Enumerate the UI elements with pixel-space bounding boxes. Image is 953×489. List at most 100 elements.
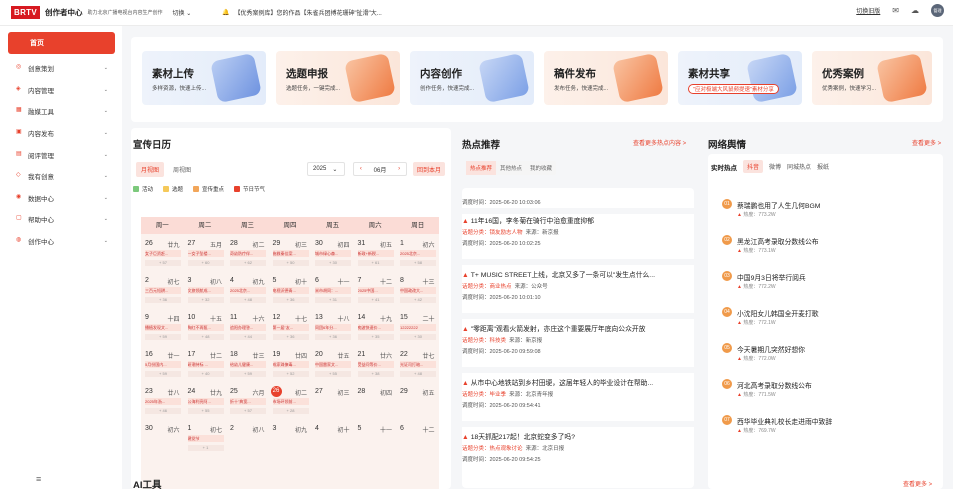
ai-tools-more-link[interactable]: 查看更多 > — [903, 479, 932, 488]
calendar-day-cell[interactable]: 27 五月 一女子坠楼... + 60 — [184, 237, 227, 274]
calendar-event[interactable]: 新政+新税... — [357, 250, 394, 257]
calendar-day-cell[interactable]: 29 初三 施救秦佳案... + 50 — [269, 237, 312, 274]
calendar-day-cell[interactable]: 16 廿一 5月份国内... + 59 — [141, 348, 184, 385]
calendar-day-cell[interactable]: 23 廿八 2025年浙... + 46 — [141, 385, 184, 422]
hot-item[interactable]: ▲ "零距离"观看火箭发射，亦庄这个重要展厅年底向公众开放 话题分类：科技类 来源：… — [462, 323, 694, 355]
event-count[interactable]: + 30 — [315, 260, 351, 266]
legend-topic[interactable]: 选题 — [163, 185, 183, 193]
calendar-event[interactable]: 米市胡同：... — [315, 287, 351, 294]
event-count[interactable]: + 36 — [315, 334, 351, 340]
card-topic-report[interactable]: 选题申报 选题任务，一键完成... — [276, 51, 400, 105]
calendar-day-cell[interactable]: 21 廿六 受益问等价... + 38 — [354, 348, 397, 385]
event-count[interactable]: + 48 — [400, 371, 436, 377]
calendar-day-cell[interactable]: 5 十一 — [354, 422, 397, 459]
calendar-event[interactable]: 痴波快速价... — [357, 324, 394, 331]
calendar-day-cell[interactable]: 3 初八 文旅领航成... + 32 — [184, 274, 227, 311]
event-count[interactable]: + 59 — [230, 371, 266, 377]
event-count[interactable]: + 36 — [272, 334, 309, 340]
next-month-icon[interactable]: › — [398, 166, 400, 172]
event-count[interactable]: + 59 — [145, 334, 181, 340]
calendar-event[interactable]: 胸红不再甄... — [187, 324, 224, 331]
sidebar-item-content-management[interactable]: ◈ 内容管理 ⌄ — [8, 81, 115, 98]
event-count[interactable]: + 46 — [145, 408, 181, 414]
calendar-day-cell[interactable]: 6 十一 米市胡同：... + 31 — [311, 274, 354, 311]
sidebar-item-review[interactable]: ▤ 阅评管理 ⌄ — [8, 146, 115, 163]
avatar[interactable]: 管理 — [931, 4, 944, 17]
tab-douyin[interactable]: 抖音 — [743, 160, 764, 173]
event-count[interactable]: + 55 — [315, 371, 351, 377]
calendar-event[interactable]: 成家珠僚毒... — [272, 361, 309, 368]
event-count[interactable]: + 36 — [145, 297, 181, 303]
event-count[interactable]: + 36 — [272, 297, 309, 303]
calendar-event[interactable]: 2025中国... — [357, 287, 394, 294]
calendar-event[interactable]: 2025北京... — [230, 287, 266, 294]
card-material-share[interactable]: 素材共享 "应对极端大风鼠频提速"素材分享 — [678, 51, 802, 105]
event-count[interactable]: + 1 — [187, 445, 224, 451]
calendar-event[interactable]: 追阳办理答... — [230, 324, 266, 331]
sidebar-item-publish[interactable]: ▣ 内容发布 ⌄ — [8, 124, 115, 141]
calendar-event[interactable]: 建党节 — [187, 435, 224, 442]
event-count[interactable]: + 28 — [272, 408, 309, 414]
sidebar-item-home[interactable]: 首页 — [8, 32, 115, 54]
tab-local-hot[interactable]: 同城热点 — [787, 162, 811, 171]
calendar-day-cell[interactable]: 15 二十 12222222 + 30 — [396, 311, 439, 348]
calendar-event[interactable]: 2025年浙... — [145, 398, 181, 405]
event-count[interactable]: + 55 — [187, 408, 224, 414]
tab-week-view[interactable]: 周视图 — [168, 162, 196, 177]
calendar-event[interactable]: 第一届"友... — [272, 324, 309, 331]
calendar-day-cell[interactable]: 28 初四 — [354, 385, 397, 422]
calendar-day-cell[interactable]: 5 初十 电视沃德青... + 36 — [269, 274, 312, 311]
event-count[interactable]: + 41 — [357, 297, 394, 303]
calendar-day-cell[interactable]: 13 十八 同团6年分... + 36 — [311, 311, 354, 348]
event-count[interactable]: + 42 — [400, 297, 436, 303]
calendar-day-cell[interactable]: 22 廿七 光证司打暗... + 48 — [396, 348, 439, 385]
calendar-day-cell[interactable]: 12 十七 第一届"友... + 36 — [269, 311, 312, 348]
card-material-upload[interactable]: 素材上传 多样资源，快速上传... — [142, 51, 266, 105]
sidebar-item-creation-center[interactable]: ◍ 创作中心 ⌄ — [8, 232, 115, 249]
event-count[interactable]: + 35 — [357, 334, 394, 340]
calendar-day-cell[interactable]: 1 初六 2025北京... + 58 — [396, 237, 439, 274]
tab-weibo[interactable]: 微博 — [769, 162, 781, 171]
event-count[interactable]: + 48 — [187, 334, 224, 340]
calendar-day-cell[interactable]: 7 十二 2025中国... + 41 — [354, 274, 397, 311]
calendar-day-cell[interactable]: 30 初六 — [141, 422, 184, 459]
sidebar-item-creative-planning[interactable]: ◎ 创意策划 ⌄ — [8, 59, 115, 76]
event-count[interactable]: + 61 — [357, 260, 394, 266]
event-count[interactable]: + 38 — [357, 371, 394, 377]
tab-my-favorites[interactable]: 我的收藏 — [526, 161, 556, 175]
card-content-creation[interactable]: 内容创作 创作任务，快速完成... — [410, 51, 534, 105]
event-count[interactable]: + 48 — [230, 297, 266, 303]
calendar-day-cell[interactable]: 26 初二 市场环领前... + 28 — [269, 385, 312, 422]
calendar-day-cell[interactable]: 14 十九 痴波快速价... + 35 — [354, 311, 397, 348]
message-icon[interactable]: ✉ — [892, 6, 899, 15]
calendar-event[interactable]: 奇幼防疗伴... — [230, 250, 266, 257]
calendar-day-cell[interactable]: 20 廿五 中国雷家文... + 55 — [311, 348, 354, 385]
calendar-event[interactable]: 中国雷家文... — [315, 361, 351, 368]
calendar-event[interactable]: 公海利亮阿... — [187, 398, 224, 405]
calendar-event[interactable]: 施救秦佳案... — [272, 250, 309, 257]
calendar-day-cell[interactable]: 27 初三 — [311, 385, 354, 422]
legend-festival[interactable]: 节日节气 — [234, 185, 265, 193]
calendar-day-cell[interactable]: 31 初五 新政+新税... + 61 — [354, 237, 397, 274]
calendar-event[interactable]: 5月份国内... — [145, 361, 181, 368]
calendar-event[interactable]: 电视沃德青... — [272, 287, 309, 294]
hot-item[interactable]: ▲ T+ MUSIC STREET上线，北京又多了一条可以"发生点什么... 话题分… — [462, 269, 694, 301]
calendar-event[interactable]: 研潮持标 ... — [187, 361, 224, 368]
tab-month-view[interactable]: 月视图 — [136, 162, 165, 177]
event-count[interactable]: + 30 — [400, 334, 436, 340]
calendar-day-cell[interactable]: 25 六月 折十"典宽... + 57 — [226, 385, 269, 422]
back-to-this-month-button[interactable]: 回到本月 — [413, 162, 446, 176]
event-count[interactable]: + 50 — [272, 260, 309, 266]
calendar-day-cell[interactable]: 19 廿四 成家珠僚毒... + 52 — [269, 348, 312, 385]
event-count[interactable]: + 60 — [187, 260, 224, 266]
event-count[interactable]: + 52 — [272, 371, 309, 377]
event-count[interactable]: + 58 — [400, 260, 436, 266]
calendar-event[interactable]: 城市绿心森... — [315, 250, 351, 257]
calendar-day-cell[interactable]: 24 廿九 公海利亮阿... + 55 — [184, 385, 227, 422]
calendar-day-cell[interactable]: 18 廿三 给幼儿健康... + 59 — [226, 348, 269, 385]
event-count[interactable]: + 62 — [230, 260, 266, 266]
event-count[interactable]: + 59 — [145, 371, 181, 377]
card-tag[interactable]: "应对极端大风鼠频提速"素材分享 — [688, 84, 779, 94]
notice-banner[interactable]: 🔔 【优秀案例库】您的作品【朱雀兵团搏花珊砷"扯滑"大... — [222, 4, 402, 21]
event-count[interactable]: + 31 — [315, 297, 351, 303]
